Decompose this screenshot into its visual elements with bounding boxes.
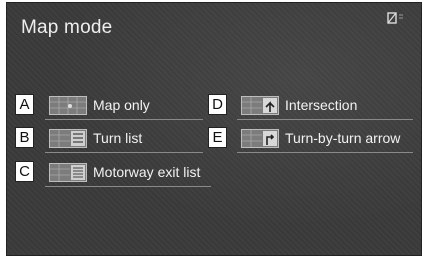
- callout-c: C: [15, 161, 34, 182]
- divider: [45, 119, 203, 120]
- option-turn-by-turn-arrow[interactable]: Turn-by-turn arrow: [237, 127, 413, 153]
- option-label: Map only: [93, 97, 150, 113]
- callout-b: B: [15, 127, 34, 148]
- turn-by-turn-arrow-icon: [241, 128, 279, 148]
- intersection-icon: [241, 95, 279, 115]
- turn-list-icon: [49, 128, 87, 148]
- option-map-only[interactable]: Map only: [45, 94, 203, 120]
- divider: [237, 152, 413, 153]
- signal-status-icon: [387, 12, 403, 24]
- map-only-icon: [49, 95, 87, 115]
- callout-d: D: [208, 94, 227, 115]
- option-label: Turn-by-turn arrow: [285, 130, 401, 146]
- option-label: Intersection: [285, 97, 358, 113]
- page-title: Map mode: [21, 17, 113, 38]
- divider: [45, 186, 211, 187]
- option-motorway-exit-list[interactable]: Motorway exit list: [45, 161, 211, 187]
- motorway-exit-list-icon: [49, 162, 87, 182]
- option-label: Motorway exit list: [93, 164, 201, 180]
- divider: [237, 119, 413, 120]
- option-intersection[interactable]: Intersection: [237, 94, 413, 120]
- callout-e: E: [208, 127, 227, 148]
- divider: [45, 152, 203, 153]
- callout-a: A: [15, 94, 34, 115]
- option-label: Turn list: [93, 130, 143, 146]
- option-turn-list[interactable]: Turn list: [45, 127, 203, 153]
